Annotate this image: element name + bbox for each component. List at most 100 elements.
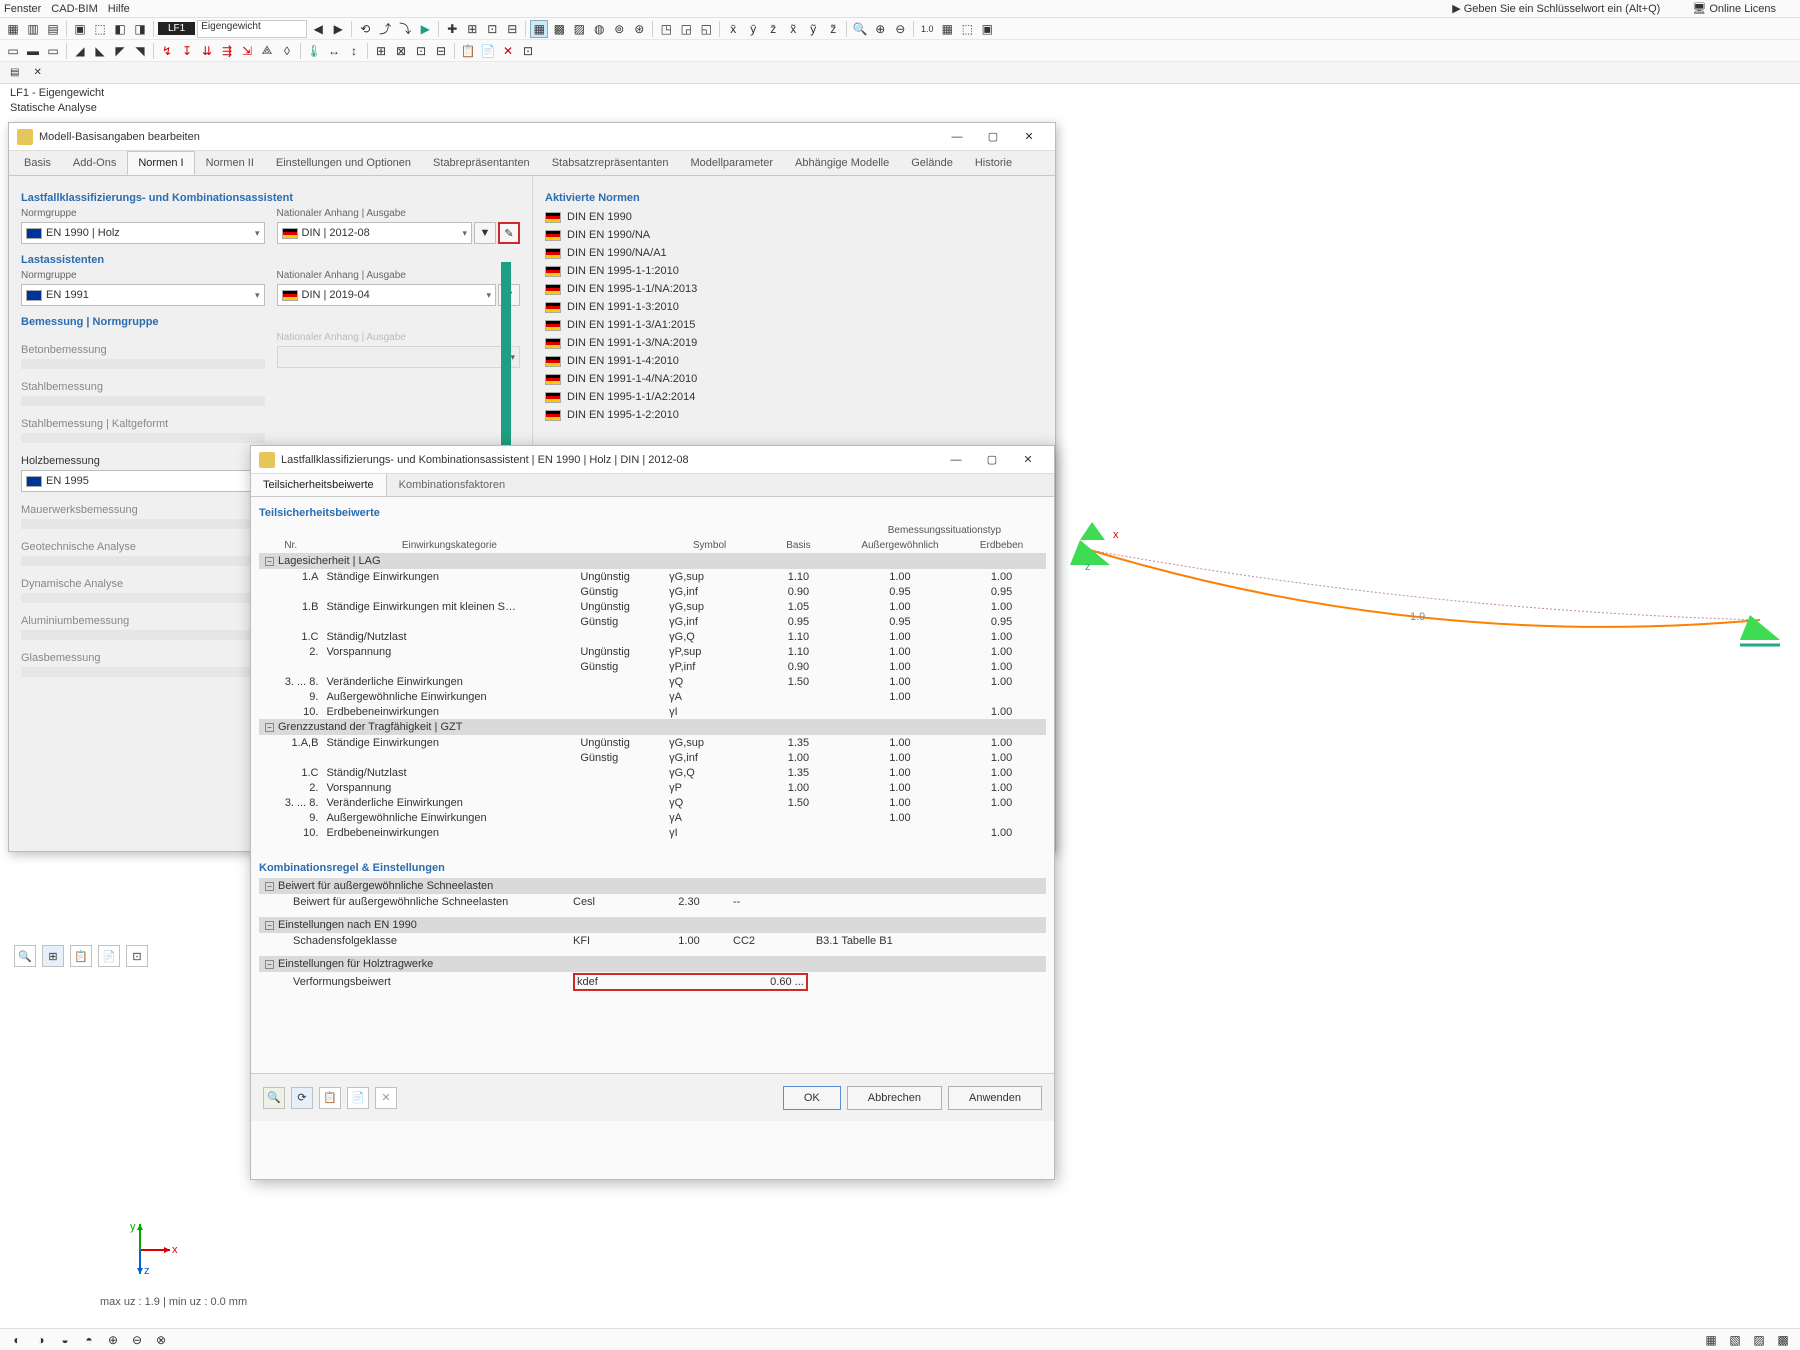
online-license[interactable]: 🖥 Online Licens	[1692, 2, 1786, 15]
tool-icon[interactable]: z̃	[824, 20, 842, 38]
combo-anhang-1[interactable]: DIN | 2012-08▾	[277, 222, 473, 244]
tool-icon[interactable]: ▣	[978, 20, 996, 38]
tool-icon[interactable]: ◱	[697, 20, 715, 38]
doc-tab[interactable]: ▤	[6, 65, 23, 80]
tool-icon[interactable]: ⊞	[42, 945, 64, 967]
tool-icon[interactable]: 📄	[479, 42, 497, 60]
combo-normgruppe-2[interactable]: EN 1991▾	[21, 284, 265, 306]
filter-button[interactable]: ▼	[474, 222, 496, 244]
edit-norm-button[interactable]: ✎	[498, 222, 520, 244]
tool-icon[interactable]: ⇊	[198, 42, 216, 60]
next-lc-icon[interactable]: ▶	[329, 20, 347, 38]
combo-anhang-2[interactable]: DIN | 2019-04▾	[277, 284, 497, 306]
tool-icon[interactable]: ◤	[111, 42, 129, 60]
status-icon[interactable]: ⊖	[128, 1331, 146, 1349]
copy-icon[interactable]: 📋	[319, 1087, 341, 1109]
maximize-button[interactable]: ▢	[975, 125, 1011, 149]
tool-icon[interactable]: ◨	[131, 20, 149, 38]
tool-icon[interactable]: ◲	[677, 20, 695, 38]
kdef-input[interactable]: kdef0.60 ...	[573, 973, 808, 991]
tool-icon[interactable]: ↕	[345, 42, 363, 60]
tool-icon[interactable]: 1.0	[918, 20, 936, 38]
reset-icon[interactable]: ⟳	[291, 1087, 313, 1109]
tool-icon[interactable]: ⊞	[463, 20, 481, 38]
tool-icon[interactable]: ◍	[590, 20, 608, 38]
paste-icon[interactable]: 📄	[347, 1087, 369, 1109]
tool-icon[interactable]: ▩	[550, 20, 568, 38]
tool-icon[interactable]: 🌡	[305, 42, 323, 60]
tab-safety-factors[interactable]: Teilsicherheitsbeiwerte	[251, 474, 387, 496]
tool-icon[interactable]: ⇲	[238, 42, 256, 60]
tab-addons[interactable]: Add-Ons	[62, 151, 127, 175]
status-icon[interactable]: ⊗	[152, 1331, 170, 1349]
tool-icon[interactable]: ◊	[278, 42, 296, 60]
menu-cad-bim[interactable]: CAD-BIM	[51, 3, 97, 15]
tool-icon[interactable]: ⊠	[392, 42, 410, 60]
status-icon[interactable]: ◒	[56, 1331, 74, 1349]
tool-icon[interactable]: x̄	[724, 20, 742, 38]
status-icon[interactable]: ▦	[1702, 1331, 1720, 1349]
status-icon[interactable]: ◐	[8, 1331, 26, 1349]
tool-icon[interactable]: ▨	[570, 20, 588, 38]
keyword-hint[interactable]: ▶ Geben Sie ein Schlüsselwort ein (Alt+Q…	[1452, 2, 1670, 15]
tool-icon[interactable]: ỹ	[804, 20, 822, 38]
tab-normen1[interactable]: Normen I	[127, 151, 194, 175]
status-icon[interactable]: ◑	[32, 1331, 50, 1349]
cancel-button[interactable]: Abbrechen	[847, 1086, 942, 1110]
tool-icon[interactable]: ▶	[416, 20, 434, 38]
delete-icon[interactable]: ✕	[499, 42, 517, 60]
status-icon[interactable]: ▩	[1774, 1331, 1792, 1349]
tab-modellparam[interactable]: Modellparameter	[680, 151, 785, 175]
tool-icon[interactable]: ⊕	[871, 20, 889, 38]
tool-icon[interactable]: ▥	[24, 20, 42, 38]
minimize-button[interactable]: —	[939, 125, 975, 149]
minimize-button[interactable]: —	[938, 448, 974, 472]
tool-icon[interactable]: ⬚	[91, 20, 109, 38]
close-button[interactable]: ✕	[1010, 448, 1046, 472]
tool-icon[interactable]: ↧	[178, 42, 196, 60]
tool-icon[interactable]: ↔	[325, 42, 343, 60]
tool-icon[interactable]: ⊛	[630, 20, 648, 38]
tool-icon[interactable]: 📋	[459, 42, 477, 60]
tab-depmodels[interactable]: Abhängige Modelle	[784, 151, 900, 175]
tool-icon[interactable]: ◧	[111, 20, 129, 38]
status-icon[interactable]: ◓	[80, 1331, 98, 1349]
close-button[interactable]: ✕	[1011, 125, 1047, 149]
tool-icon[interactable]: ⊞	[372, 42, 390, 60]
tab-basis[interactable]: Basis	[13, 151, 62, 175]
tool-icon[interactable]: ⊟	[432, 42, 450, 60]
ok-button[interactable]: OK	[783, 1086, 841, 1110]
menu-hilfe[interactable]: Hilfe	[108, 3, 130, 15]
tool-icon[interactable]: ▭	[44, 42, 62, 60]
menu-fenster[interactable]: Fenster	[4, 3, 41, 15]
delete-icon[interactable]: ✕	[375, 1087, 397, 1109]
tool-icon[interactable]: 🔍	[851, 20, 869, 38]
tool-icon[interactable]: ⊡	[483, 20, 501, 38]
combo-normgruppe-1[interactable]: EN 1990 | Holz▾	[21, 222, 265, 244]
tool-icon[interactable]: ◣	[91, 42, 109, 60]
tool-icon[interactable]: ⊡	[412, 42, 430, 60]
combo-holz-norm[interactable]: EN 1995▾	[21, 470, 265, 492]
tool-icon[interactable]: ↯	[158, 42, 176, 60]
tool-icon[interactable]: ⟁	[258, 42, 276, 60]
tool-icon[interactable]: ⟲	[356, 20, 374, 38]
tool-icon[interactable]: ⊚	[610, 20, 628, 38]
tool-icon[interactable]: x̃	[784, 20, 802, 38]
tool-icon[interactable]: ◳	[657, 20, 675, 38]
tab-terrain[interactable]: Gelände	[900, 151, 964, 175]
filter-button[interactable]: ▼	[498, 284, 520, 306]
search-icon[interactable]: 🔍	[14, 945, 36, 967]
tool-icon[interactable]: ⤵	[396, 20, 414, 38]
tool-icon[interactable]: ⊟	[503, 20, 521, 38]
tool-icon[interactable]: ▤	[44, 20, 62, 38]
tool-icon[interactable]: ⊡	[519, 42, 537, 60]
tab-stabsatzrep[interactable]: Stabsatzrepräsentanten	[541, 151, 680, 175]
tool-icon[interactable]: ⊖	[891, 20, 909, 38]
tool-icon[interactable]: ȳ	[744, 20, 762, 38]
tab-options[interactable]: Einstellungen und Optionen	[265, 151, 422, 175]
tab-comb-factors[interactable]: Kombinationsfaktoren	[387, 474, 517, 496]
tool-icon[interactable]: ⤴	[376, 20, 394, 38]
tool-icon[interactable]: 📋	[70, 945, 92, 967]
tab-normen2[interactable]: Normen II	[195, 151, 265, 175]
status-icon[interactable]: ⊕	[104, 1331, 122, 1349]
